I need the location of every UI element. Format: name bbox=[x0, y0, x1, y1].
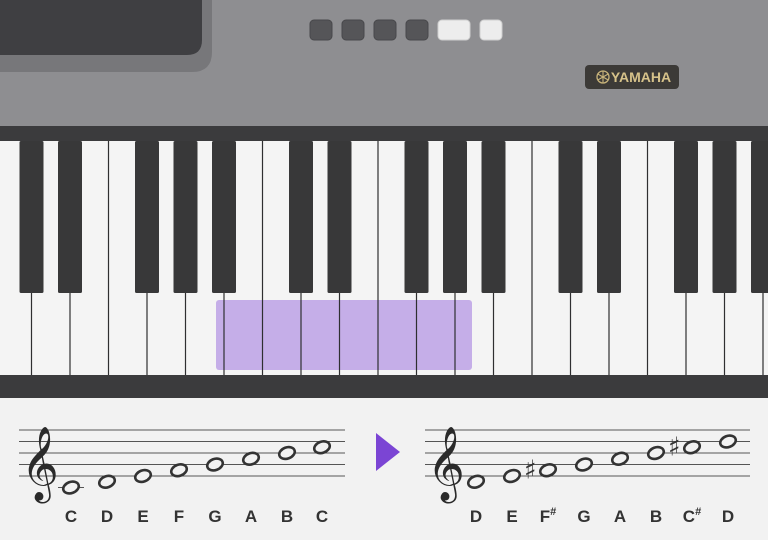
sharp-sign: ♯ bbox=[524, 455, 537, 485]
note-label: G bbox=[208, 507, 221, 526]
display-screen bbox=[0, 0, 212, 72]
black-key bbox=[289, 141, 313, 293]
black-key bbox=[712, 141, 737, 293]
note-label: A bbox=[245, 507, 257, 526]
black-key bbox=[481, 141, 506, 293]
keyboard-rail bbox=[0, 375, 768, 398]
panel-button bbox=[437, 19, 471, 41]
note-label: G bbox=[577, 507, 590, 526]
black-key bbox=[58, 141, 82, 293]
note-label: F bbox=[174, 507, 184, 526]
key-slip bbox=[0, 126, 768, 141]
note-label: C bbox=[65, 507, 77, 526]
black-key bbox=[674, 141, 698, 293]
brand-logo-text: YAMAHA bbox=[611, 69, 671, 85]
treble-clef-icon: 𝄞 bbox=[427, 427, 465, 504]
black-key bbox=[751, 141, 768, 293]
panel-button bbox=[479, 19, 503, 41]
note-label: D bbox=[722, 507, 734, 526]
panel-button bbox=[405, 19, 429, 41]
black-key bbox=[404, 141, 429, 293]
panel-button bbox=[373, 19, 397, 41]
keyboard bbox=[0, 141, 768, 376]
note-label: D bbox=[101, 507, 113, 526]
panel-button bbox=[309, 19, 333, 41]
piano-body: YAMAHA bbox=[0, 0, 768, 128]
black-key bbox=[135, 141, 159, 293]
scale-highlight bbox=[216, 300, 472, 370]
note-label: C bbox=[316, 507, 328, 526]
note-label: A bbox=[614, 507, 626, 526]
brand-logo: YAMAHA bbox=[585, 65, 679, 89]
black-key bbox=[173, 141, 198, 293]
note-label: B bbox=[650, 507, 662, 526]
black-key bbox=[443, 141, 467, 293]
black-key bbox=[597, 141, 621, 293]
sharp-sign: ♯ bbox=[668, 432, 681, 462]
note-label: E bbox=[137, 507, 148, 526]
black-key bbox=[558, 141, 583, 293]
piano-scale-illustration: YAMAHA 𝄞C D E F G A B C 𝄞 ♯♯D E F# G A B C# D bbox=[0, 0, 768, 540]
treble-clef-icon: 𝄞 bbox=[21, 427, 59, 504]
black-key bbox=[19, 141, 44, 293]
note-label: E bbox=[506, 507, 517, 526]
note-label: D bbox=[470, 507, 482, 526]
note-label: B bbox=[281, 507, 293, 526]
black-key bbox=[327, 141, 352, 293]
panel-button bbox=[341, 19, 365, 41]
black-key bbox=[212, 141, 236, 293]
